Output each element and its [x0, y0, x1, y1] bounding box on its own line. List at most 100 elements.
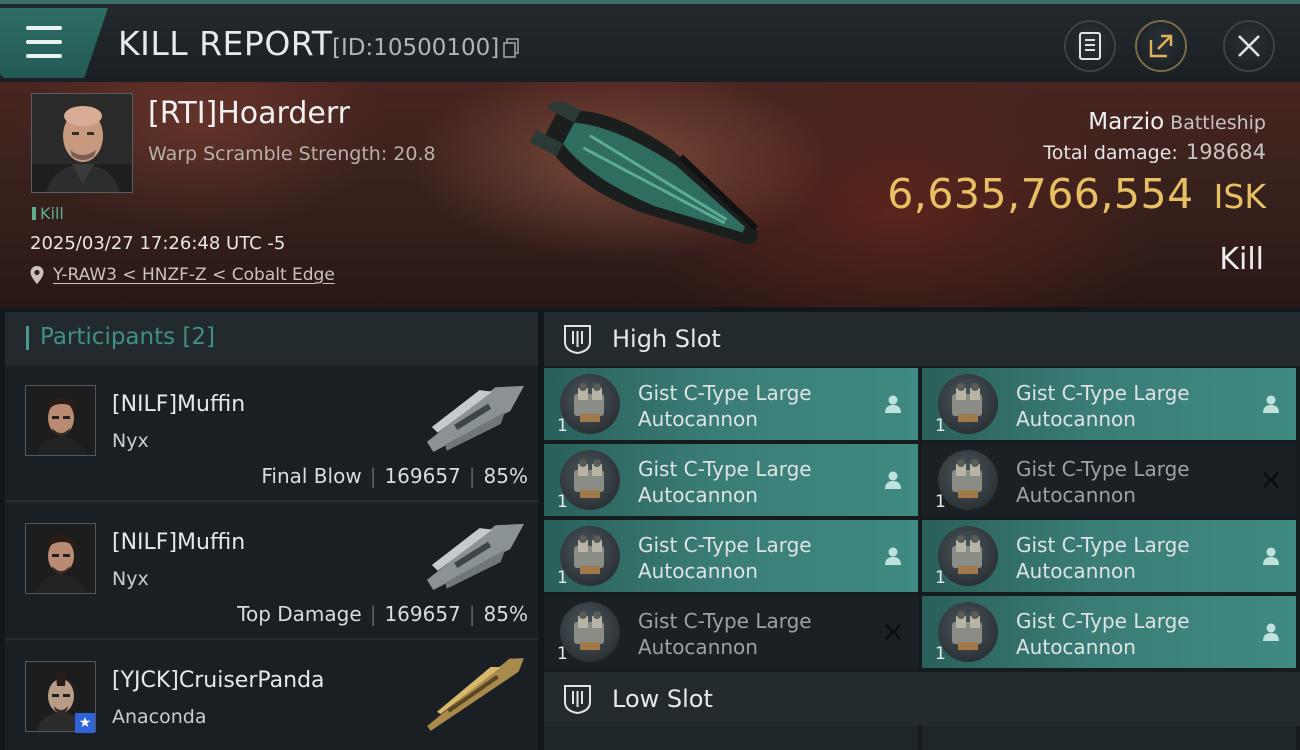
share-button[interactable] — [1135, 20, 1187, 72]
module-name-line2: Autocannon — [638, 483, 758, 507]
low-slot-title: Low Slot — [612, 685, 713, 713]
module-name-line1: Gist C-Type Large — [638, 533, 812, 557]
autocannon-icon — [938, 602, 998, 662]
copy-icon[interactable] — [503, 38, 519, 58]
result-label: Kill — [1219, 242, 1264, 277]
victim-name[interactable]: [RTI]Hoarderr — [148, 96, 350, 131]
avatar[interactable] — [25, 385, 96, 456]
close-button[interactable] — [1223, 20, 1275, 72]
participant-row[interactable]: [NILF]Muffin Nyx Final Blow | 169657 | 85% — [5, 366, 538, 502]
module-name-line2: Autocannon — [1016, 635, 1136, 659]
module-tile[interactable]: 1 Gist C-Type Large Autocannon — [922, 368, 1296, 440]
module-tile[interactable]: 1 Gist C-Type Large Autocannon — [544, 596, 918, 668]
autocannon-icon — [938, 526, 998, 586]
autocannon-icon — [560, 374, 620, 434]
participant-percent: 85% — [483, 464, 528, 488]
menu-icon-bar — [26, 54, 62, 58]
module-name: Gist C-Type Large Autocannon — [638, 380, 812, 432]
participant-row[interactable]: [NILF]Muffin Nyx Top Damage | 169657 | 85% — [5, 504, 538, 640]
high-slot-title: High Slot — [612, 325, 721, 353]
participant-name[interactable]: [NILF]Muffin — [112, 392, 245, 417]
module-quantity: 1 — [935, 416, 946, 436]
avatar[interactable] — [25, 523, 96, 594]
avatar-image — [26, 524, 95, 593]
low-slot-module[interactable] — [922, 726, 1296, 750]
module-name-line1: Gist C-Type Large — [1016, 457, 1190, 481]
participant-stats: Top Damage | 169657 | 85% — [237, 602, 528, 626]
person-icon — [1263, 547, 1279, 565]
participant-role: Top Damage — [237, 602, 362, 626]
participants-title-label: Participants — [40, 324, 176, 350]
victim-ship-class: Battleship — [1170, 112, 1266, 134]
participant-percent: 85% — [483, 602, 528, 626]
autocannon-icon — [938, 374, 998, 434]
person-icon — [1263, 395, 1279, 413]
module-name: Gist C-Type Large Autocannon — [1016, 608, 1190, 660]
slots-panel: High Slot 1 Gist C-Type Large Autocannon 1 G… — [544, 312, 1300, 750]
module-name-line1: Gist C-Type Large — [1016, 609, 1190, 633]
autocannon-icon — [938, 450, 998, 510]
person-icon — [885, 471, 901, 489]
stat-separator: | — [468, 602, 476, 626]
participant-ship-image — [427, 658, 524, 731]
menu-icon-bar — [26, 40, 62, 44]
destroyed-x-icon — [1263, 472, 1279, 488]
participants-count: [2] — [182, 324, 216, 350]
warp-scramble-strength: Warp Scramble Strength: 20.8 — [148, 143, 436, 165]
victim-ship-image — [529, 102, 758, 245]
module-tile[interactable]: 1 Gist C-Type Large Autocannon — [544, 520, 918, 592]
person-icon — [885, 547, 901, 565]
module-tile[interactable]: 1 Gist C-Type Large Autocannon — [922, 444, 1296, 516]
participants-panel: Participants [2] [NILF]Muffin Nyx Final … — [5, 312, 538, 750]
destroyed-x-icon — [885, 624, 901, 640]
module-name: Gist C-Type Large Autocannon — [638, 532, 812, 584]
victim-avatar[interactable] — [31, 93, 133, 193]
menu-icon — [26, 26, 62, 30]
module-name: Gist C-Type Large Autocannon — [638, 456, 812, 508]
person-icon — [1263, 623, 1279, 641]
module-name: Gist C-Type Large Autocannon — [638, 608, 812, 660]
victim-ship-row: Marzio Battleship — [1088, 109, 1266, 135]
module-name-line2: Autocannon — [638, 635, 758, 659]
total-damage-row: Total damage: 198684 — [1043, 140, 1266, 164]
participants-header: Participants [2] — [5, 312, 538, 366]
participant-row[interactable]: ★ [YJCK]CruiserPanda Anaconda — [5, 642, 538, 750]
low-slot-module[interactable] — [544, 726, 918, 750]
module-name: Gist C-Type Large Autocannon — [1016, 532, 1190, 584]
module-name-line1: Gist C-Type Large — [638, 457, 812, 481]
person-icon — [885, 395, 901, 413]
high-slot-icon — [564, 325, 591, 355]
participant-name[interactable]: [YJCK]CruiserPanda — [112, 668, 325, 693]
kill-tag-label: Kill — [40, 204, 64, 223]
stat-separator: | — [468, 464, 476, 488]
module-name-line2: Autocannon — [1016, 559, 1136, 583]
close-icon — [1238, 35, 1260, 57]
autocannon-icon — [560, 450, 620, 510]
module-name: Gist C-Type Large Autocannon — [1016, 456, 1190, 508]
module-tile[interactable]: 1 Gist C-Type Large Autocannon — [544, 444, 918, 516]
module-name-line1: Gist C-Type Large — [638, 609, 812, 633]
header-accent — [26, 326, 29, 350]
victim-ship-name[interactable]: Marzio — [1088, 109, 1164, 135]
participant-ship: Anaconda — [112, 706, 207, 728]
menu-button[interactable] — [0, 8, 108, 78]
module-name-line1: Gist C-Type Large — [638, 381, 812, 405]
module-tile[interactable]: 1 Gist C-Type Large Autocannon — [922, 596, 1296, 668]
page-title: KILL REPORT — [118, 24, 333, 63]
module-quantity: 1 — [557, 644, 568, 664]
participant-ship-image — [426, 385, 525, 453]
isk-value-row: 6,635,766,554 ISK — [887, 170, 1266, 218]
kill-marker — [32, 207, 36, 220]
module-tile[interactable]: 1 Gist C-Type Large Autocannon — [922, 520, 1296, 592]
module-name-line1: Gist C-Type Large — [1016, 533, 1190, 557]
report-button[interactable] — [1064, 20, 1116, 72]
module-name-line1: Gist C-Type Large — [1016, 381, 1190, 405]
participant-name[interactable]: [NILF]Muffin — [112, 530, 245, 555]
autocannon-icon — [560, 602, 620, 662]
share-icon — [1149, 34, 1173, 58]
location-link[interactable]: Y-RAW3 < HNZF-Z < Cobalt Edge — [53, 265, 335, 285]
avatar-image — [26, 386, 95, 455]
total-damage-value: 198684 — [1185, 140, 1266, 164]
participant-ship: Nyx — [112, 430, 149, 452]
module-tile[interactable]: 1 Gist C-Type Large Autocannon — [544, 368, 918, 440]
